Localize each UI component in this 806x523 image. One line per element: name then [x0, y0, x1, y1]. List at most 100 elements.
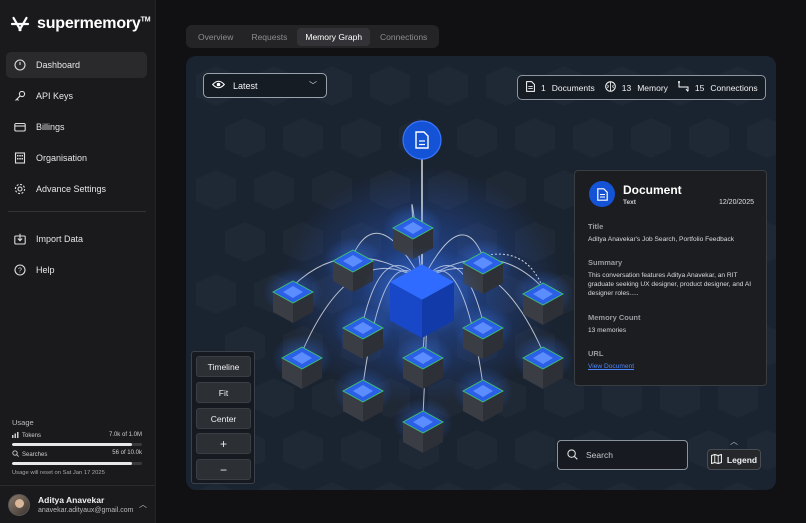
background-hex	[720, 482, 756, 490]
graph-controls: Timeline Fit Center + −	[191, 351, 255, 484]
connection-icon	[677, 81, 689, 94]
background-hex	[488, 482, 524, 490]
background-hex	[689, 118, 729, 158]
eye-icon	[211, 80, 226, 91]
key-icon	[14, 90, 26, 102]
chart-icon	[12, 432, 19, 440]
sidebar-item-billings[interactable]: Billings	[6, 114, 147, 140]
tab-requests[interactable]: Requests	[243, 28, 295, 46]
searches-value: 56 of 10.0k	[112, 450, 142, 456]
legend-label: Legend	[726, 454, 758, 465]
filter-dropdown[interactable]: Latest ﹀	[203, 73, 327, 98]
searches-progress	[12, 462, 142, 465]
tokens-value: 7.0k of 1.0M	[108, 432, 142, 438]
sidebar-item-label: Import Data	[36, 234, 84, 244]
sidebar-item-label: Dashboard	[36, 60, 81, 70]
avatar	[8, 493, 30, 516]
fit-button[interactable]: Fit	[196, 382, 251, 403]
tab-memory-graph[interactable]: Memory Graph	[297, 27, 371, 46]
documents-count: 1	[541, 82, 546, 93]
building-icon	[14, 152, 26, 164]
document-node	[402, 120, 442, 160]
background-hex	[254, 170, 294, 210]
summary-value: This conversation features Aditya Anavek…	[588, 272, 752, 297]
document-detail-card: Document Text 12/20/2025 Title Aditya An…	[574, 170, 767, 386]
background-hex	[254, 378, 294, 418]
background-hex	[428, 66, 468, 106]
document-icon	[526, 81, 535, 94]
chevron-down-icon: ﹀	[309, 81, 317, 90]
usage-reset-note: Usage will reset on Sat Jan 17 2025	[12, 470, 105, 476]
background-hex	[662, 482, 698, 490]
background-hex	[225, 118, 265, 158]
background-hex	[370, 66, 410, 106]
background-hex	[314, 482, 350, 490]
legend-button[interactable]: Legend	[707, 449, 761, 470]
card-title: Document	[623, 183, 682, 197]
zoom-out-button[interactable]: −	[196, 459, 251, 480]
background-hex	[430, 482, 466, 490]
background-hex	[341, 118, 381, 158]
tokens-row: Tokens 7.0k of 1.0M	[12, 432, 142, 440]
background-hex	[283, 430, 323, 470]
background-hex	[225, 222, 265, 262]
sidebar-item-label: Help	[36, 265, 55, 275]
usage-panel: Usage Tokens 7.0k of 1.0M Searches 56 of…	[12, 418, 142, 476]
background-hex	[196, 274, 236, 314]
sidebar-item-label: API Keys	[36, 91, 74, 101]
supermemory-logo-icon	[10, 14, 30, 34]
sidebar-item-organisation[interactable]: Organisation	[6, 145, 147, 171]
memory-label: Memory	[637, 82, 668, 93]
sidebar-item-api-keys[interactable]: API Keys	[6, 83, 147, 109]
memory-stat: 13 Memory	[604, 81, 668, 94]
card-date: 12/20/2025	[718, 199, 754, 206]
main-nav: Dashboard API Keys Billings Organisation…	[6, 52, 147, 207]
background-hex	[515, 118, 555, 158]
background-hex	[747, 118, 776, 158]
sidebar-item-help[interactable]: ? Help	[6, 257, 147, 283]
background-hex	[515, 430, 555, 470]
user-email: anavekar.adityaux@gmail.com	[38, 507, 134, 514]
filter-value: Latest	[233, 80, 258, 91]
card-type: Text	[623, 199, 636, 206]
zoom-in-button[interactable]: +	[196, 433, 251, 454]
brain-icon	[604, 81, 616, 94]
help-icon: ?	[14, 264, 26, 276]
sidebar-item-advance-settings[interactable]: Advance Settings	[6, 176, 147, 202]
search-icon	[567, 448, 578, 462]
sidebar-item-dashboard[interactable]: Dashboard	[6, 52, 147, 78]
url-label: URL	[588, 349, 604, 358]
center-button[interactable]: Center	[196, 408, 251, 429]
documents-label: Documents	[551, 82, 595, 93]
title-label: Title	[588, 222, 604, 231]
background-hex	[372, 482, 408, 490]
sidebar-item-label: Advance Settings	[36, 184, 107, 194]
connections-stat: 15 Connections	[677, 81, 758, 94]
view-document-link[interactable]: View Document	[588, 363, 634, 370]
timeline-button[interactable]: Timeline	[196, 356, 251, 377]
graph-stats: 1 Documents 13 Memory 15 Connections	[517, 75, 766, 100]
memory-count-value: 13 memories	[588, 327, 627, 334]
tab-overview[interactable]: Overview	[190, 28, 241, 46]
searches-progress-fill	[12, 462, 132, 465]
tab-connections[interactable]: Connections	[372, 28, 435, 46]
sidebar-item-import-data[interactable]: Import Data	[6, 226, 147, 252]
title-value: Aditya Anavekar's Job Search, Portfolio …	[588, 236, 735, 243]
memory-count: 13	[621, 82, 632, 93]
graph-search-input[interactable]: Search	[557, 440, 688, 470]
memory-count-label: Memory Count	[588, 313, 641, 322]
user-profile[interactable]: Aditya Anavekar anavekar.adityaux@gmail.…	[0, 485, 155, 523]
logo[interactable]: supermemoryTM	[10, 14, 151, 34]
searches-row: Searches 56 of 10.0k	[12, 450, 142, 459]
search-icon	[12, 450, 19, 459]
background-hex	[256, 482, 292, 490]
searches-label: Searches	[22, 451, 48, 458]
chevron-up-icon[interactable]: ︿	[730, 436, 738, 447]
background-hex	[573, 118, 613, 158]
trademark: TM	[140, 16, 151, 24]
search-placeholder: Search	[586, 450, 613, 460]
background-hex	[631, 118, 671, 158]
background-hex	[196, 170, 236, 210]
map-icon	[710, 453, 722, 466]
chevron-up-icon[interactable]: ︿	[139, 499, 147, 510]
